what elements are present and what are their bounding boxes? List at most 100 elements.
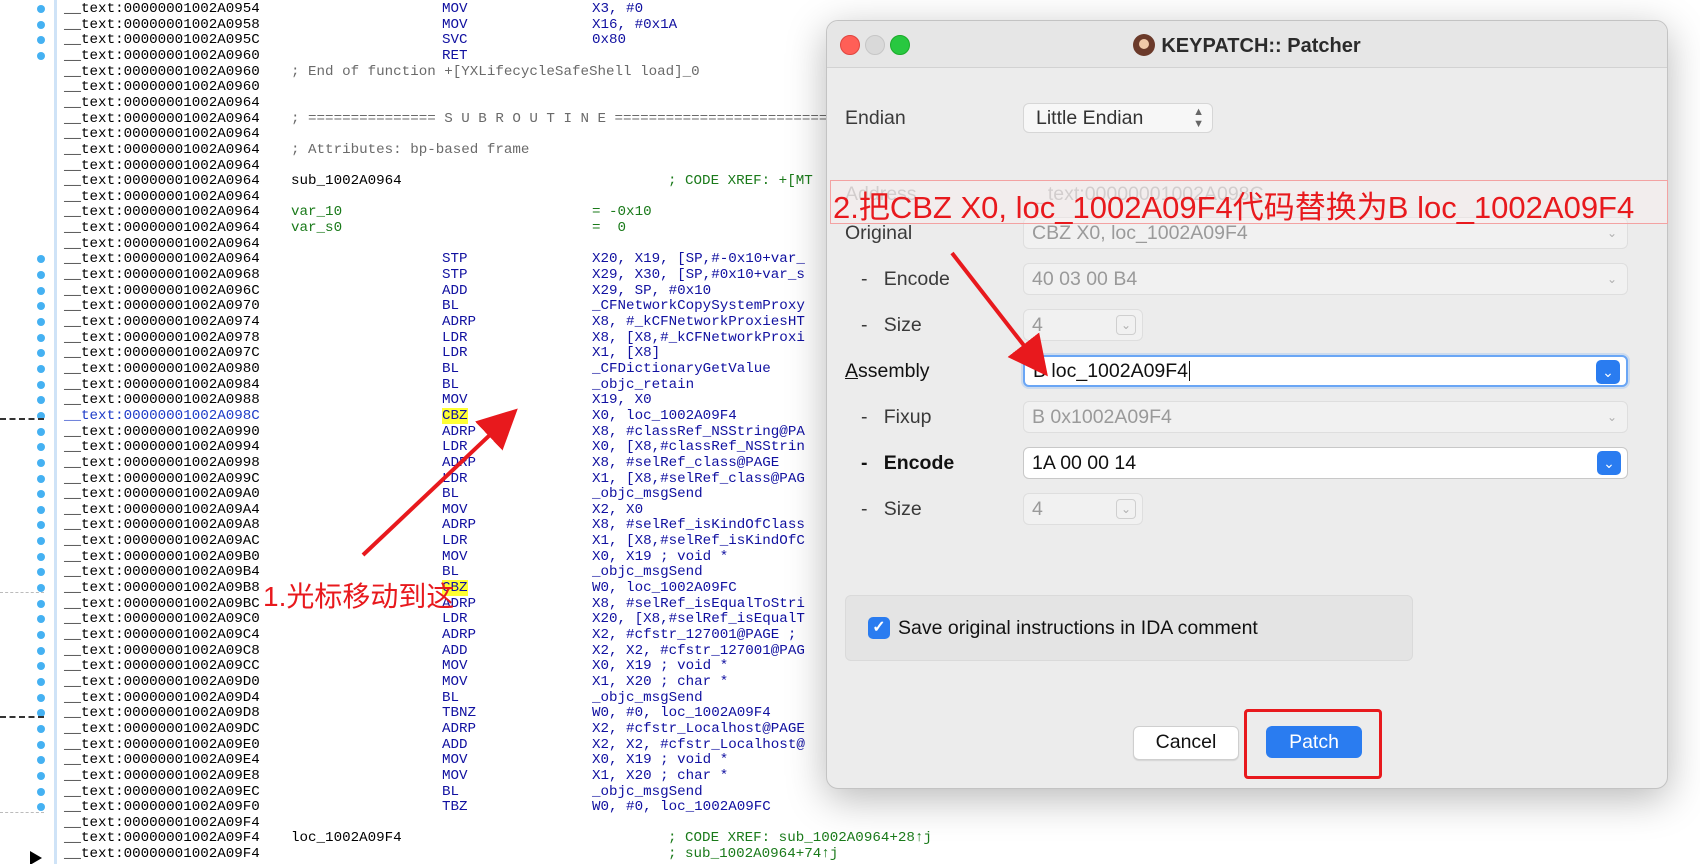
- disasm-line[interactable]: __text:00000001002A09F0 TBZ W0, #0, loc_10…: [64, 799, 771, 815]
- disasm-line[interactable]: __text:00000001002A0964: [64, 126, 268, 142]
- disasm-line[interactable]: __text:00000001002A09EC BL _objc_msgSend: [64, 784, 703, 800]
- disasm-line[interactable]: __text:00000001002A0960 RET: [64, 48, 468, 64]
- disasm-line[interactable]: __text:00000001002A09BC ADRP X8, #selRef_i…: [64, 596, 805, 612]
- breakpoint-dot-icon[interactable]: [37, 693, 45, 702]
- disasm-line[interactable]: __text:00000001002A09A8 ADRP X8, #selRef_i…: [64, 517, 805, 533]
- disasm-line[interactable]: __text:00000001002A0964 var_10 = -0x10: [64, 204, 652, 220]
- breakpoint-dot-icon[interactable]: [37, 740, 45, 749]
- disasm-line[interactable]: __text:00000001002A09D8 TBNZ W0, #0, loc_1…: [64, 705, 771, 721]
- breakpoint-dot-icon[interactable]: [37, 631, 45, 639]
- breakpoint-dot-icon[interactable]: [37, 427, 45, 436]
- disasm-line[interactable]: __text:00000001002A0958 MOV X16, #0x1A: [64, 17, 677, 33]
- breakpoint-dot-icon[interactable]: [37, 20, 45, 29]
- breakpoint-dot-icon[interactable]: [37, 787, 45, 796]
- breakpoint-dot-icon[interactable]: [37, 677, 45, 686]
- breakpoint-dot-icon[interactable]: [37, 443, 45, 452]
- disasm-line[interactable]: __text:00000001002A09CC MOV X0, X19 ; void…: [64, 658, 728, 674]
- breakpoint-dot-icon[interactable]: [37, 568, 45, 577]
- disasm-line[interactable]: __text:00000001002A09B0 MOV X0, X19 ; void…: [64, 549, 728, 565]
- disasm-line[interactable]: __text:00000001002A0974 ADRP X8, #_kCFNetw…: [64, 314, 805, 330]
- breakpoint-dot-icon[interactable]: [37, 302, 45, 311]
- disasm-line[interactable]: __text:00000001002A0964: [64, 236, 268, 252]
- breakpoint-dot-icon[interactable]: [37, 584, 45, 593]
- endian-select[interactable]: Little Endian ▲ ▼: [1023, 103, 1213, 133]
- disasm-line[interactable]: __text:00000001002A0964 var_s0 = 0: [64, 220, 626, 236]
- disasm-line[interactable]: __text:00000001002A09B8 CBZ W0, loc_1002A0…: [64, 580, 737, 597]
- disasm-line[interactable]: __text:00000001002A0964: [64, 95, 268, 111]
- disasm-line[interactable]: __text:00000001002A09E4 MOV X0, X19 ; void…: [64, 752, 728, 768]
- breakpoint-dot-icon[interactable]: [37, 490, 45, 499]
- breakpoint-dot-icon[interactable]: [37, 646, 45, 655]
- disasm-line[interactable]: __text:00000001002A09E0 ADD X2, X2, #cfstr…: [64, 737, 805, 753]
- breakpoint-dot-icon[interactable]: [37, 36, 45, 45]
- disasm-line[interactable]: __text:00000001002A0954 MOV X3, #0: [64, 1, 643, 17]
- disasm-line[interactable]: __text:00000001002A0960 ; End of function…: [64, 64, 700, 80]
- disasm-line[interactable]: __text:00000001002A09AC LDR X1, [X8,#selRe…: [64, 533, 805, 549]
- disasm-line[interactable]: __text:00000001002A097C LDR X1, [X8]: [64, 345, 660, 361]
- breakpoint-dot-icon[interactable]: [37, 333, 45, 342]
- disasm-line[interactable]: __text:00000001002A0964 sub_1002A0964 ; CO…: [64, 173, 813, 189]
- breakpoint-gutter[interactable]: [0, 0, 57, 864]
- breakpoint-dot-icon[interactable]: [37, 505, 45, 514]
- breakpoint-dot-icon[interactable]: [37, 724, 45, 733]
- disasm-line[interactable]: __text:00000001002A0964: [64, 189, 268, 205]
- breakpoint-dot-icon[interactable]: [37, 364, 45, 373]
- breakpoint-dot-icon[interactable]: [37, 615, 45, 624]
- disasm-line[interactable]: __text:00000001002A09B4 BL _objc_msgSend: [64, 564, 703, 580]
- disasm-line[interactable]: __text:00000001002A09F4: [64, 815, 268, 831]
- disasm-line[interactable]: __text:00000001002A09C8 ADD X2, X2, #cfstr…: [64, 643, 805, 659]
- disasm-line[interactable]: __text:00000001002A0998 ADRP X8, #selRef_c…: [64, 455, 779, 471]
- disasm-line[interactable]: __text:00000001002A09F4 loc_1002A09F4 ; CO…: [64, 830, 932, 846]
- disasm-line[interactable]: __text:00000001002A0960: [64, 79, 268, 95]
- disasm-line[interactable]: __text:00000001002A0988 MOV X19, X0: [64, 392, 652, 408]
- breakpoint-dot-icon[interactable]: [37, 599, 45, 608]
- breakpoint-dot-icon[interactable]: [37, 521, 45, 530]
- disasm-line[interactable]: __text:00000001002A0964; ===============…: [64, 111, 947, 127]
- disasm-line[interactable]: __text:00000001002A0970 BL _CFNetworkCopyS…: [64, 298, 805, 314]
- breakpoint-dot-icon[interactable]: [37, 662, 45, 671]
- breakpoint-dot-icon[interactable]: [37, 803, 45, 812]
- disasm-line[interactable]: __text:00000001002A09A0 BL _objc_msgSend: [64, 486, 703, 502]
- breakpoint-dot-icon[interactable]: [37, 5, 45, 13]
- disasm-line[interactable]: __text:00000001002A0990 ADRP X8, #classRef…: [64, 424, 805, 440]
- save-original-label[interactable]: Save original instructions in IDA commen…: [898, 617, 1258, 640]
- disasm-line[interactable]: __text:00000001002A096C ADD X29, SP, #0x10: [64, 283, 711, 299]
- disasm-line[interactable]: __text:00000001002A09A4 MOV X2, X0: [64, 502, 643, 518]
- breakpoint-dot-icon[interactable]: [37, 255, 45, 264]
- disasm-line[interactable]: __text:00000001002A0964 STP X20, X19, [SP,…: [64, 251, 805, 267]
- disasm-line[interactable]: __text:00000001002A09C0 LDR X20, [X8,#selR…: [64, 611, 805, 627]
- disasm-line[interactable]: __text:00000001002A09DC ADRP X2, #cfstr_Lo…: [64, 721, 805, 737]
- disasm-line[interactable]: __text:00000001002A09D4 BL _objc_msgSend: [64, 690, 703, 706]
- dialog-titlebar[interactable]: KEYPATCH:: Patcher: [827, 21, 1667, 68]
- disasm-line[interactable]: __text:00000001002A0964: [64, 158, 268, 174]
- disasm-line[interactable]: __text:00000001002A09F4 ; sub_1002A0964+7…: [64, 846, 838, 862]
- disasm-line[interactable]: __text:00000001002A0994 LDR X0, [X8,#class…: [64, 439, 805, 455]
- breakpoint-dot-icon[interactable]: [37, 552, 45, 561]
- encode-dropdown-button[interactable]: ⌄: [1597, 451, 1621, 475]
- disasm-line[interactable]: __text:00000001002A099C LDR X1, [X8,#selRe…: [64, 471, 805, 487]
- breakpoint-dot-icon[interactable]: [37, 771, 45, 780]
- disasm-line[interactable]: __text:00000001002A09C4 ADRP X2, #cfstr_12…: [64, 627, 796, 643]
- breakpoint-dot-icon[interactable]: [37, 349, 45, 358]
- breakpoint-dot-icon[interactable]: [37, 756, 45, 765]
- breakpoint-dot-icon[interactable]: [37, 380, 45, 389]
- breakpoint-dot-icon[interactable]: [37, 318, 45, 326]
- breakpoint-dot-icon[interactable]: [37, 286, 45, 295]
- disasm-line[interactable]: __text:00000001002A095C SVC 0x80: [64, 32, 626, 48]
- assembly-dropdown-button[interactable]: ⌄: [1596, 360, 1620, 384]
- encode-field[interactable]: 1A 00 00 14 ⌄: [1023, 447, 1628, 479]
- breakpoint-dot-icon[interactable]: [37, 271, 45, 280]
- disasm-line[interactable]: __text:00000001002A0968 STP X29, X30, [SP,…: [64, 267, 805, 283]
- save-original-checkbox[interactable]: ✓: [868, 617, 890, 639]
- disasm-line[interactable]: __text:00000001002A0978 LDR X8, [X8,#_kCFN…: [64, 330, 805, 346]
- disasm-line[interactable]: __text:00000001002A0984 BL _objc_retain: [64, 377, 694, 393]
- assembly-input[interactable]: B loc_1002A09F4 ⌄: [1023, 355, 1628, 387]
- disasm-line[interactable]: __text:00000001002A0964 ; Attributes: bp-…: [64, 142, 529, 158]
- breakpoint-dot-icon[interactable]: [37, 474, 45, 483]
- breakpoint-dot-icon[interactable]: [37, 537, 45, 546]
- disasm-line[interactable]: __text:00000001002A09E8 MOV X1, X20 ; char…: [64, 768, 728, 784]
- disasm-line[interactable]: __text:00000001002A0980 BL _CFDictionaryGe…: [64, 361, 771, 377]
- cancel-button[interactable]: Cancel: [1133, 726, 1239, 760]
- disasm-line[interactable]: __text:00000001002A09D0 MOV X1, X20 ; char…: [64, 674, 728, 690]
- breakpoint-dot-icon[interactable]: [37, 458, 45, 467]
